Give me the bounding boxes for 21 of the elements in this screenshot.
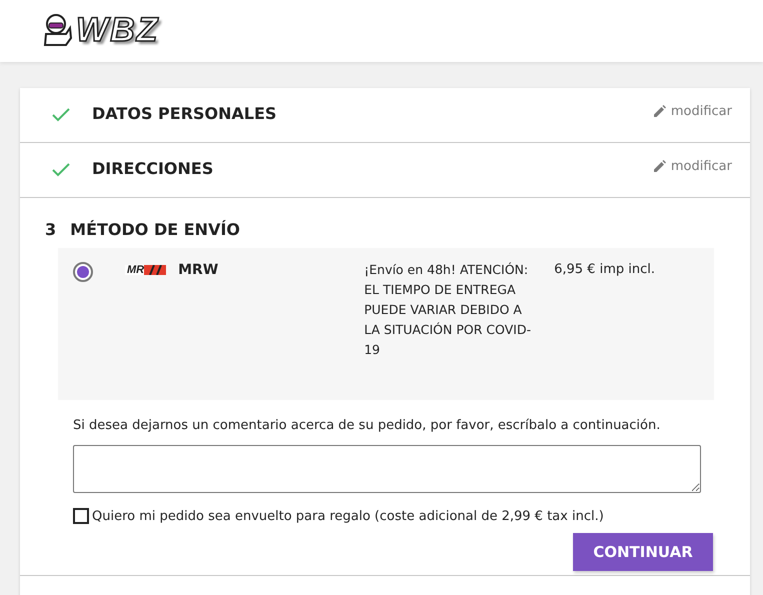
logo-wordmark[interactable]: WBZ: [76, 13, 160, 47]
gift-checkbox[interactable]: [73, 508, 89, 524]
pencil-icon: [654, 105, 666, 117]
radio-button[interactable]: [73, 262, 93, 282]
carrier-option[interactable]: MR MRW ¡Envío en 48h! ATENCIÓN: EL TIEMPO DE ENTREGA PUEDE VARIAR DEBIDO A LA SITUACIÓN POR COVID-19 6,95 € imp incl.: [58, 248, 714, 400]
carrier-price: 6,95 € imp incl.: [554, 262, 655, 277]
step-number: 3: [45, 220, 56, 239]
gift-label: Quiero mi pedido sea envuelto para regalo (coste adicional de 2,99 € tax incl.): [92, 508, 604, 524]
carrier-description: ¡Envío en 48h! ATENCIÓN: EL TIEMPO DE ENTREGA PUEDE VARIAR DEBIDO A LA SITUACIÓN POR COVID-19: [364, 261, 532, 359]
edit-link[interactable]: modificar: [654, 104, 732, 118]
step-title: DATOS PERSONALES: [92, 104, 278, 123]
step-title: DIRECCIONES: [92, 159, 214, 178]
comment-label: Si desea dejarnos un comentario acerca de su pedido, por favor, escríbalo a continuación.: [73, 418, 662, 433]
step-title: MÉTODO DE ENVÍO: [70, 220, 240, 239]
comment-field[interactable]: [73, 445, 701, 493]
carrier-name: MRW: [178, 262, 220, 278]
carrier-logo: MR: [125, 265, 166, 275]
edit-link[interactable]: modificar: [654, 158, 732, 174]
pencil-icon: [654, 160, 666, 172]
mascot-icon: [42, 14, 72, 46]
continue-button[interactable]: CONTINUAR: [573, 533, 713, 571]
